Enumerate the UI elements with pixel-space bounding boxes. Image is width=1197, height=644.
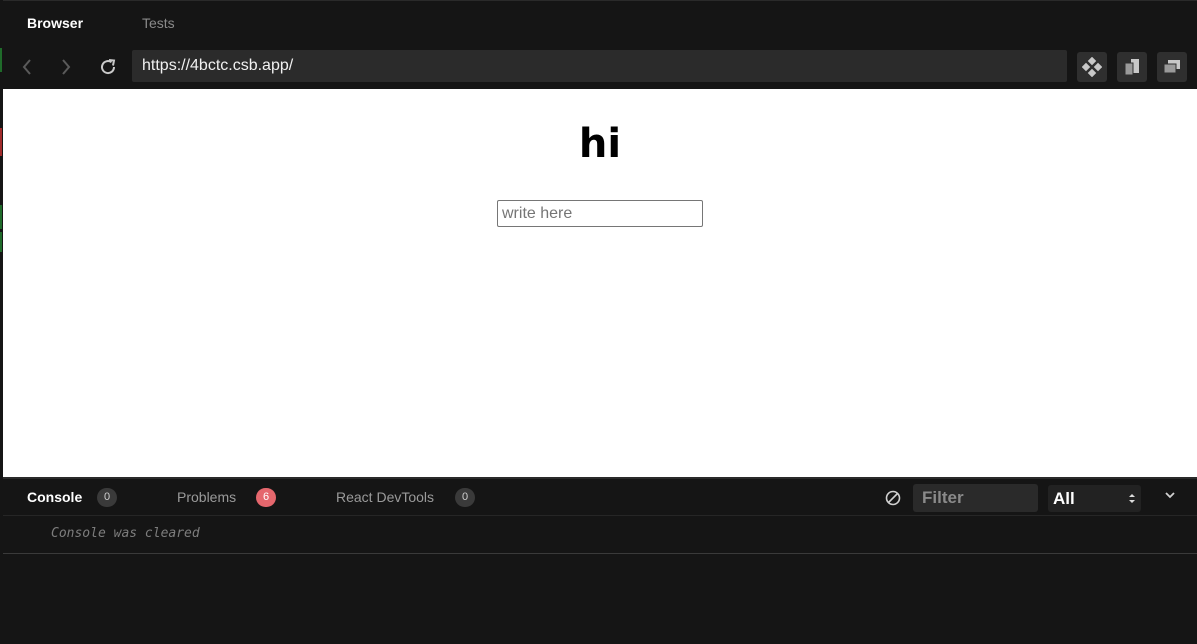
forward-arrow-icon xyxy=(62,59,71,75)
devtools-button[interactable] xyxy=(1077,52,1107,82)
edge-marker-green xyxy=(0,205,2,229)
reload-icon xyxy=(101,59,116,75)
browser-preview: hi xyxy=(3,89,1197,477)
edge-marker-red xyxy=(0,128,2,156)
url-input[interactable]: https://4bctc.csb.app/ xyxy=(132,50,1067,82)
clear-console-icon xyxy=(885,490,901,506)
copy-icon xyxy=(1124,59,1139,76)
reload-button[interactable] xyxy=(95,54,121,80)
chevron-down-icon xyxy=(1165,492,1175,499)
clear-console-button[interactable] xyxy=(884,489,902,507)
tab-react-devtools[interactable]: React DevTools xyxy=(336,489,434,505)
react-devtools-count-badge: 0 xyxy=(455,488,475,507)
top-tab-bar: Browser Tests xyxy=(3,0,1197,44)
console-count-badge: 0 xyxy=(97,488,117,507)
copy-button[interactable] xyxy=(1117,52,1147,82)
forward-button[interactable] xyxy=(53,54,79,80)
page-heading: hi xyxy=(578,121,622,167)
select-arrows-icon xyxy=(1129,494,1135,503)
console-entry: Console was cleared xyxy=(3,516,1197,554)
window-icon xyxy=(1163,60,1180,74)
back-arrow-icon xyxy=(22,59,31,75)
tab-problems[interactable]: Problems xyxy=(177,489,236,505)
problems-count-badge: 6 xyxy=(256,488,276,507)
write-here-input[interactable] xyxy=(497,200,703,227)
tab-browser[interactable]: Browser xyxy=(27,15,83,31)
devtools-diamond-icon xyxy=(1082,57,1102,77)
tab-tests[interactable]: Tests xyxy=(142,15,175,31)
devtools-panel: Console 0 Problems 6 React DevTools 0 Al… xyxy=(3,477,1197,644)
edge-marker-green xyxy=(0,232,2,252)
back-button[interactable] xyxy=(14,54,40,80)
address-bar: https://4bctc.csb.app/ xyxy=(3,44,1197,89)
edge-marker-green xyxy=(0,48,2,72)
collapse-devtools-button[interactable] xyxy=(1163,488,1177,502)
log-level-value: All xyxy=(1053,489,1075,508)
filter-input[interactable] xyxy=(913,484,1038,512)
console-message: Console was cleared xyxy=(51,526,200,541)
log-level-select[interactable]: All xyxy=(1048,485,1141,512)
devtools-tab-bar: Console 0 Problems 6 React DevTools 0 Al… xyxy=(3,479,1197,516)
tab-console[interactable]: Console xyxy=(27,489,82,505)
new-window-button[interactable] xyxy=(1157,52,1187,82)
